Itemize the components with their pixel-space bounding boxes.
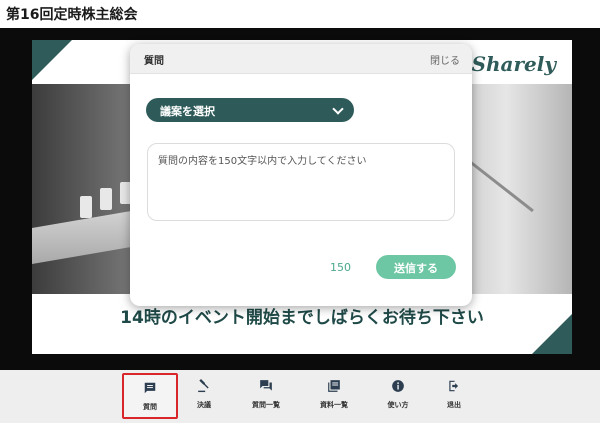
modal-title: 質問 — [144, 56, 164, 67]
slide-corner-decoration — [532, 314, 572, 354]
toolbar-howto-button[interactable]: 使い方 — [370, 373, 426, 419]
toolbar-question-button[interactable]: 質問 — [122, 373, 178, 419]
page-title: 第16回定時株主総会 — [6, 7, 138, 23]
photo-stairs — [462, 84, 572, 294]
agenda-select[interactable]: 議案を選択 — [146, 98, 354, 122]
toolbar-label: 決議 — [197, 401, 211, 409]
toolbar-label: 退出 — [447, 401, 461, 409]
photo-chair — [100, 188, 112, 210]
sharely-logo: Sharely — [471, 52, 556, 76]
bottom-toolbar: 質問 決議 質問一覧 資料一覧 使い方 退出 — [0, 370, 600, 423]
toolbar-label: 資料一覧 — [320, 401, 348, 409]
gavel-icon — [198, 379, 209, 393]
chat-icon — [144, 382, 156, 394]
forum-icon — [260, 380, 272, 391]
agenda-select-value: 議案を選択 — [160, 105, 215, 118]
logout-icon — [449, 380, 459, 392]
char-count: 150 — [330, 261, 351, 274]
toolbar-documents-button[interactable]: 資料一覧 — [306, 373, 362, 419]
close-button[interactable]: 閉じる — [430, 52, 460, 67]
question-modal: 質問 閉じる 議案を選択 質問の内容を150文字以内で入力してください 150 … — [130, 44, 472, 306]
toolbar-label: 使い方 — [387, 401, 409, 409]
question-input[interactable]: 質問の内容を150文字以内で入力してください — [147, 143, 455, 221]
toolbar-resolution-button[interactable]: 決議 — [176, 373, 232, 419]
toolbar-exit-button[interactable]: 退出 — [426, 373, 482, 419]
waiting-message: 14時のイベント開始までしばらくお待ち下さい — [120, 308, 484, 328]
modal-header: 質問 閉じる — [130, 44, 472, 74]
toolbar-label: 質問一覧 — [252, 401, 280, 409]
chevron-down-icon — [332, 103, 344, 115]
library-icon — [328, 380, 340, 392]
send-button[interactable]: 送信する — [376, 255, 456, 279]
toolbar-label: 質問 — [143, 403, 157, 411]
slide-corner-decoration — [32, 40, 72, 80]
photo-chair — [80, 196, 92, 218]
toolbar-question-list-button[interactable]: 質問一覧 — [238, 373, 294, 419]
info-icon — [392, 380, 404, 392]
